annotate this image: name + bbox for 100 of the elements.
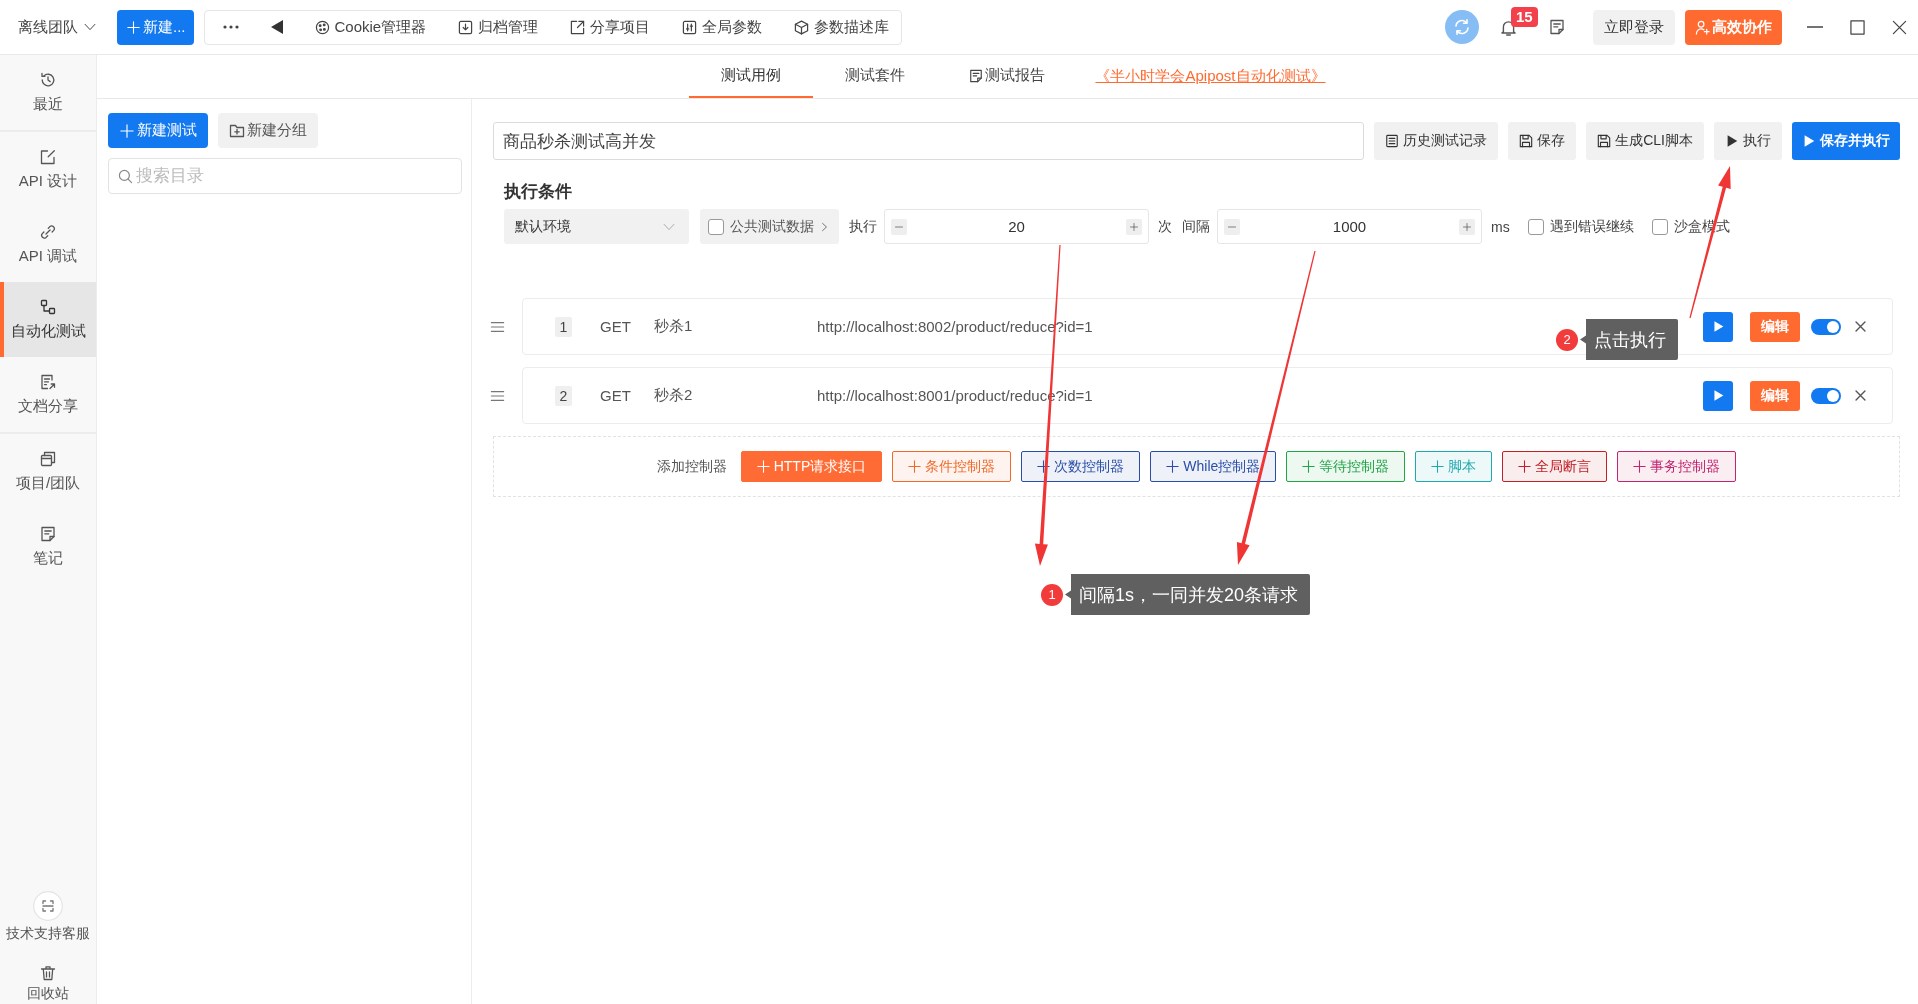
edit-icon xyxy=(40,148,56,165)
sidebar-item[interactable]: 技术支持客服 xyxy=(6,891,90,943)
unit-label: ms xyxy=(1491,218,1510,235)
http-method: GET xyxy=(600,318,632,335)
close-icon[interactable] xyxy=(1892,19,1907,35)
action-button[interactable]: 生成CLI脚本 xyxy=(1586,122,1704,160)
plus-icon xyxy=(1633,460,1647,473)
play-icon xyxy=(1711,389,1725,402)
checkbox[interactable] xyxy=(708,218,724,235)
plus-icon xyxy=(1463,222,1471,231)
left-triangle-icon[interactable] xyxy=(270,20,283,34)
sidebar-item[interactable]: API 调试 xyxy=(0,207,96,282)
number-badge: 1 xyxy=(1041,583,1063,606)
close-icon[interactable] xyxy=(1855,390,1866,401)
environment-select[interactable]: 默认环境 xyxy=(504,209,689,244)
list-icon xyxy=(1385,134,1400,148)
plus-icon xyxy=(1302,460,1316,473)
plus-icon xyxy=(1130,222,1138,231)
note-icon xyxy=(40,525,56,542)
toolbar-button[interactable]: Cookie管理器 xyxy=(314,17,427,37)
sidebar-item[interactable]: 最近 xyxy=(0,55,96,130)
folder-plus-icon xyxy=(229,122,245,139)
plus-icon xyxy=(127,20,140,34)
toggle-switch[interactable] xyxy=(1811,318,1841,335)
checkbox-label: 遇到错误继续 xyxy=(1549,217,1634,236)
sidebar-item[interactable]: 笔记 xyxy=(0,509,96,584)
new-group-button[interactable]: 新建分组 xyxy=(218,113,318,148)
user-plus-icon xyxy=(1695,19,1710,35)
action-button[interactable]: 保存并执行 xyxy=(1792,122,1900,160)
drag-handle-icon[interactable] xyxy=(489,319,506,334)
note-icon[interactable] xyxy=(1549,19,1565,35)
share-icon xyxy=(570,19,586,35)
toolbar-button[interactable]: 参数描述库 xyxy=(794,17,890,37)
section-title: 执行条件 xyxy=(504,181,573,203)
controller-button[interactable]: 全局断言 xyxy=(1502,451,1608,482)
controller-button[interactable]: While控制器 xyxy=(1150,451,1277,482)
more-icon[interactable] xyxy=(222,25,239,29)
maximize-icon[interactable] xyxy=(1850,19,1865,35)
sliders-icon xyxy=(682,19,698,35)
close-icon[interactable] xyxy=(1855,321,1866,332)
field-label: 执行 xyxy=(849,217,877,236)
step-index: 2 xyxy=(555,385,572,406)
run-button[interactable] xyxy=(1703,380,1733,411)
toggle-switch[interactable] xyxy=(1811,387,1841,404)
unit-label: 次 xyxy=(1158,217,1172,236)
plus-icon xyxy=(1518,460,1532,473)
new-test-button[interactable]: 新建测试 xyxy=(108,113,208,148)
controller-button[interactable]: 事务控制器 xyxy=(1617,451,1737,482)
sidebar-item[interactable]: 自动化测试 xyxy=(0,282,96,357)
document-icon xyxy=(40,373,56,390)
toolbar-button[interactable]: 分享项目 xyxy=(570,17,651,37)
cookie-icon xyxy=(314,19,330,35)
action-button[interactable]: 执行 xyxy=(1714,122,1782,160)
toolbar-button[interactable]: 全局参数 xyxy=(682,17,763,37)
toolbar-button[interactable]: 归档管理 xyxy=(458,17,539,37)
caret-right-icon xyxy=(820,220,829,233)
plus-icon xyxy=(908,460,922,473)
public-data-button[interactable]: 公共测试数据 xyxy=(700,209,839,244)
note-icon xyxy=(969,68,984,83)
action-button[interactable]: 保存 xyxy=(1508,122,1577,160)
play-icon xyxy=(1725,134,1739,148)
drag-handle-icon[interactable] xyxy=(489,388,506,403)
step-name: 秒杀1 xyxy=(654,317,694,336)
save-icon xyxy=(1597,134,1612,148)
download-box-icon xyxy=(458,19,474,35)
tab[interactable]: 测试套件 xyxy=(813,55,938,98)
tab[interactable]: 测试报告 xyxy=(937,55,1078,98)
search-field[interactable]: 搜索目录 xyxy=(108,158,462,194)
checkbox[interactable] xyxy=(1527,218,1544,235)
checkbox[interactable] xyxy=(1651,218,1668,235)
chevron-down-icon xyxy=(84,23,96,31)
test-name-field[interactable]: 商品秒杀测试高并发 xyxy=(493,122,1365,160)
controller-button[interactable]: 次数控制器 xyxy=(1021,451,1141,482)
sidebar-item[interactable]: 文档分享 xyxy=(0,357,96,432)
http-method: GET xyxy=(600,387,632,404)
plus-icon xyxy=(1037,460,1051,473)
new-button[interactable]: 新建... xyxy=(117,9,194,45)
plus-icon xyxy=(1431,460,1445,473)
sidebar-item[interactable]: 项目/团队 xyxy=(0,434,96,509)
clock-icon xyxy=(40,71,56,88)
bell-icon[interactable] xyxy=(1500,18,1517,36)
controller-label: 添加控制器 xyxy=(656,457,727,476)
chevron-down-icon xyxy=(663,222,675,231)
flowchart-icon xyxy=(40,298,56,315)
field-label: 间隔 xyxy=(1182,217,1210,236)
team-dropdown[interactable]: 离线团队 xyxy=(18,17,96,37)
login-button[interactable]: 立即登录 xyxy=(1593,9,1675,45)
cube-icon xyxy=(794,19,810,35)
stacked-windows-icon xyxy=(40,450,56,467)
sidebar-item[interactable]: API 设计 xyxy=(0,132,96,207)
tab[interactable]: 测试用例 xyxy=(689,55,814,98)
annotation-callout: 点击执行 xyxy=(1580,319,1678,360)
run-button[interactable] xyxy=(1703,311,1733,342)
plus-icon xyxy=(119,123,134,138)
action-button[interactable]: 历史测试记录 xyxy=(1374,122,1499,160)
annotation-callout: 间隔1s，一同并发20条请求 xyxy=(1065,574,1311,615)
save-icon xyxy=(1519,134,1534,148)
step-index: 1 xyxy=(555,316,572,337)
sidebar-item[interactable]: 回收站 xyxy=(27,965,69,1003)
scan-icon xyxy=(33,891,63,921)
